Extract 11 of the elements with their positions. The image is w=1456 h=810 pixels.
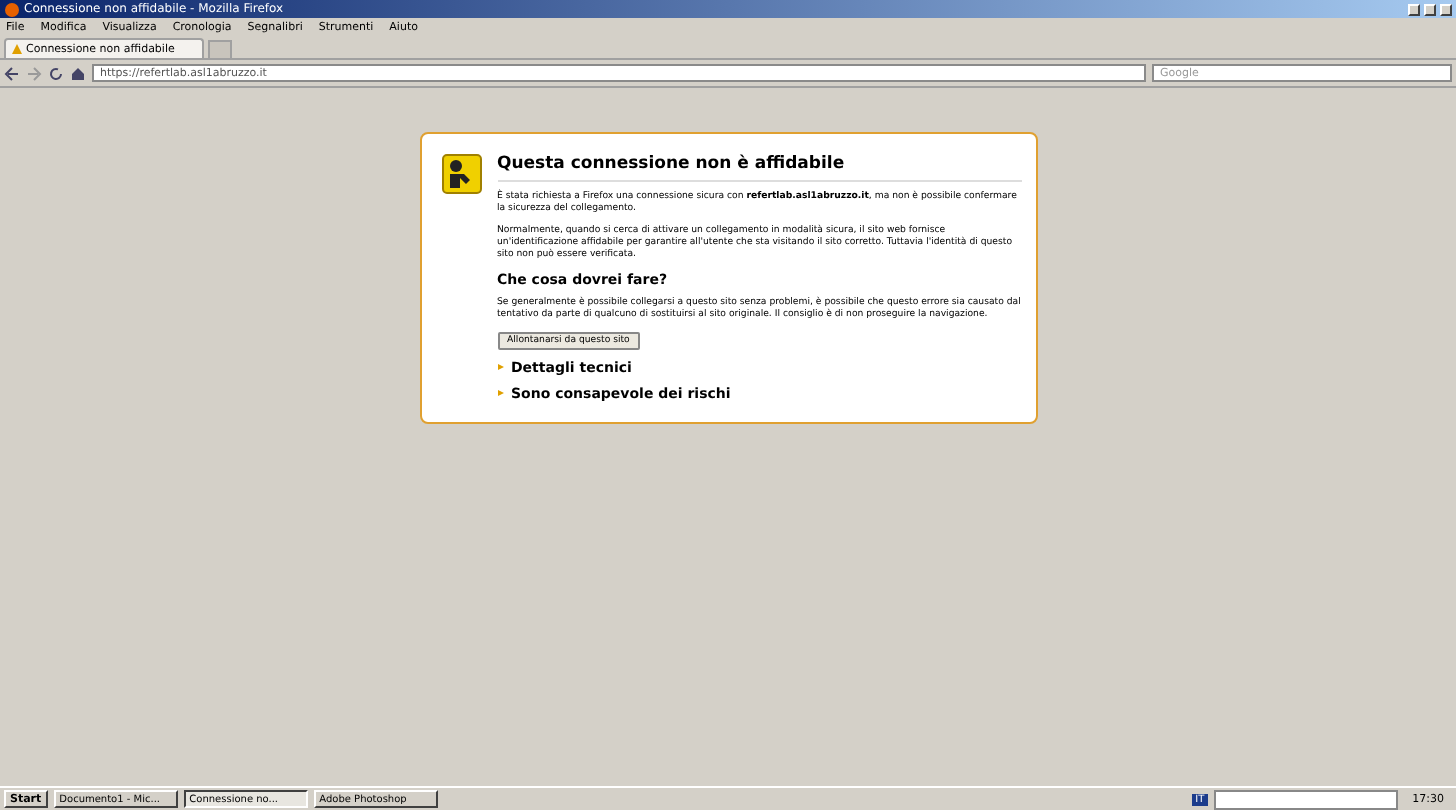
bullet-icon	[497, 390, 503, 397]
warning-icon	[12, 44, 22, 54]
back-icon[interactable]	[4, 65, 20, 81]
error-title: Questa connessione non è affidabile	[497, 154, 1021, 182]
bullet-icon	[497, 364, 503, 371]
close-button[interactable]	[1440, 3, 1452, 15]
home-icon[interactable]	[70, 65, 86, 81]
browser-logo-icon	[4, 1, 20, 17]
reload-icon[interactable]	[48, 65, 64, 81]
minimize-button[interactable]	[1408, 3, 1420, 15]
maximize-button[interactable]	[1424, 3, 1436, 15]
